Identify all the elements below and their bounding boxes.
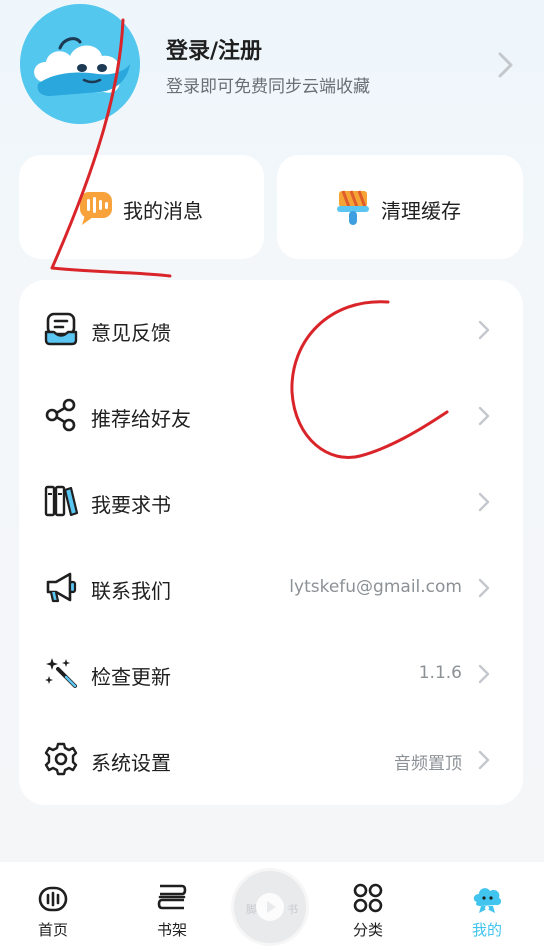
menu-item-request-book[interactable]: 我要求书: [19, 457, 523, 543]
clear-cache-label: 清理缓存: [381, 199, 461, 223]
play-icon: [256, 893, 284, 921]
menu-label-recommend: 推荐给好友: [91, 407, 191, 431]
menu-item-contact[interactable]: 联系我们 lytskefu@gmail.com: [19, 543, 523, 629]
bottom-navigation: 首页 书架 脚 书 分类 我的: [0, 862, 544, 951]
books-icon: [44, 485, 78, 517]
profile-title[interactable]: 登录/注册: [166, 33, 262, 65]
broom-icon: [337, 190, 369, 225]
bookshelf-icon: [157, 884, 187, 910]
nav-home[interactable]: 首页: [13, 862, 93, 951]
mascot-profile-icon: [473, 888, 502, 913]
my-messages-card[interactable]: 我的消息: [19, 155, 264, 259]
now-playing-text-right: 书: [287, 903, 298, 916]
avatar[interactable]: [20, 4, 140, 124]
gear-icon: [44, 742, 78, 776]
nav-label-bookshelf: 书架: [156, 921, 187, 939]
menu-item-check-update[interactable]: 检查更新 1.1.6: [19, 629, 523, 715]
message-icon: [80, 192, 112, 225]
settings-menu: 意见反馈 推荐给好友 我要求书 联系我们 lytskefu@gmail.com …: [19, 280, 523, 805]
app-version: 1.1.6: [418, 663, 462, 683]
chevron-right-icon[interactable]: [496, 50, 516, 80]
menu-item-feedback[interactable]: 意见反馈: [19, 285, 523, 371]
menu-label-check-update: 检查更新: [91, 665, 171, 689]
nav-mine[interactable]: 我的: [447, 862, 527, 951]
chevron-right-icon: [478, 664, 490, 684]
menu-label-settings: 系统设置: [91, 751, 171, 775]
magic-wand-icon: [45, 658, 77, 688]
nav-category[interactable]: 分类: [328, 862, 408, 951]
profile-subtitle: 登录即可免费同步云端收藏: [166, 77, 370, 97]
share-icon: [45, 398, 76, 432]
clear-cache-card[interactable]: 清理缓存: [277, 155, 523, 259]
nav-label-home: 首页: [37, 921, 68, 939]
menu-label-request-book: 我要求书: [91, 493, 171, 517]
chevron-right-icon: [478, 578, 490, 598]
category-grid-icon: [353, 883, 383, 913]
menu-item-recommend[interactable]: 推荐给好友: [19, 371, 523, 457]
nav-bookshelf[interactable]: 书架: [132, 862, 212, 951]
feedback-inbox-icon: [44, 312, 78, 346]
menu-label-feedback: 意见反馈: [91, 321, 171, 345]
nav-label-mine: 我的: [471, 921, 502, 939]
home-radio-icon: [38, 886, 68, 912]
chevron-right-icon: [478, 492, 490, 512]
settings-value: 音频置顶: [394, 754, 462, 774]
cloud-mascot-icon: [20, 4, 140, 124]
chevron-right-icon: [478, 320, 490, 340]
megaphone-icon: [46, 572, 77, 603]
chevron-right-icon: [478, 406, 490, 426]
nav-label-category: 分类: [352, 921, 383, 939]
menu-label-contact: 联系我们: [91, 579, 171, 603]
menu-item-settings[interactable]: 系统设置 音频置顶: [19, 715, 523, 801]
chevron-right-icon: [478, 750, 490, 770]
my-messages-label: 我的消息: [123, 199, 203, 223]
now-playing-button[interactable]: 脚 书: [231, 868, 309, 946]
profile-header[interactable]: 登录/注册 登录即可免费同步云端收藏: [18, 0, 528, 130]
contact-email: lytskefu@gmail.com: [289, 577, 462, 597]
